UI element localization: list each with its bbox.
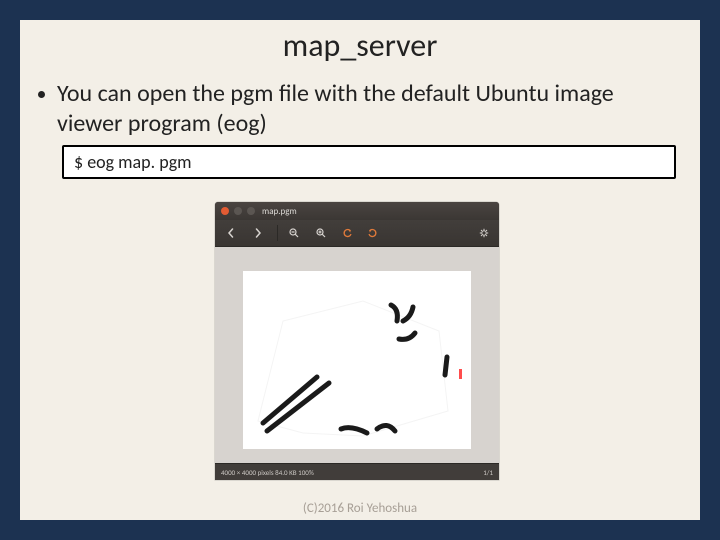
bullet-item: You can open the pgm file with the defau… [20,79,700,139]
eog-toolbar [215,220,499,247]
zoom-out-icon [289,228,299,238]
rotate-right-icon [367,228,377,238]
eog-zoom-in-button[interactable] [311,226,334,240]
eog-canvas [215,247,499,463]
eog-titlebar: map.pgm [215,202,499,220]
window-close-button[interactable] [221,207,229,215]
chevron-right-icon [253,228,263,238]
eog-status-bar: 4000 × 4000 pixels 84.0 KB 100% 1/1 [215,463,499,480]
eog-status-right: 1/1 [483,468,493,477]
gear-icon [479,228,489,238]
eog-prev-button[interactable] [221,226,244,240]
window-minimize-button[interactable] [234,207,242,215]
eog-window-title: map.pgm [262,206,297,217]
footer-copyright: (C)2016 Roi Yehoshua [20,501,700,516]
eog-zoom-out-button[interactable] [284,226,307,240]
bullet-text: You can open the pgm file with the defau… [57,79,682,139]
page-title: map_server [20,26,700,65]
slide: map_server You can open the pgm file wit… [0,0,720,540]
command-box: $ eog map. pgm [62,145,676,179]
eog-rotate-left-button[interactable] [338,226,358,240]
eog-rotate-right-button[interactable] [362,226,382,240]
eog-settings-button[interactable] [475,226,493,240]
eog-status-left: 4000 × 4000 pixels 84.0 KB 100% [221,468,314,477]
map-image [243,261,471,449]
bullet-dot-icon [38,91,45,98]
window-maximize-button[interactable] [247,207,255,215]
toolbar-divider [277,225,278,241]
chevron-left-icon [226,228,236,238]
rotate-left-icon [343,228,353,238]
eog-window: map.pgm [215,202,499,480]
eog-next-button[interactable] [248,226,271,240]
zoom-in-icon [316,228,326,238]
